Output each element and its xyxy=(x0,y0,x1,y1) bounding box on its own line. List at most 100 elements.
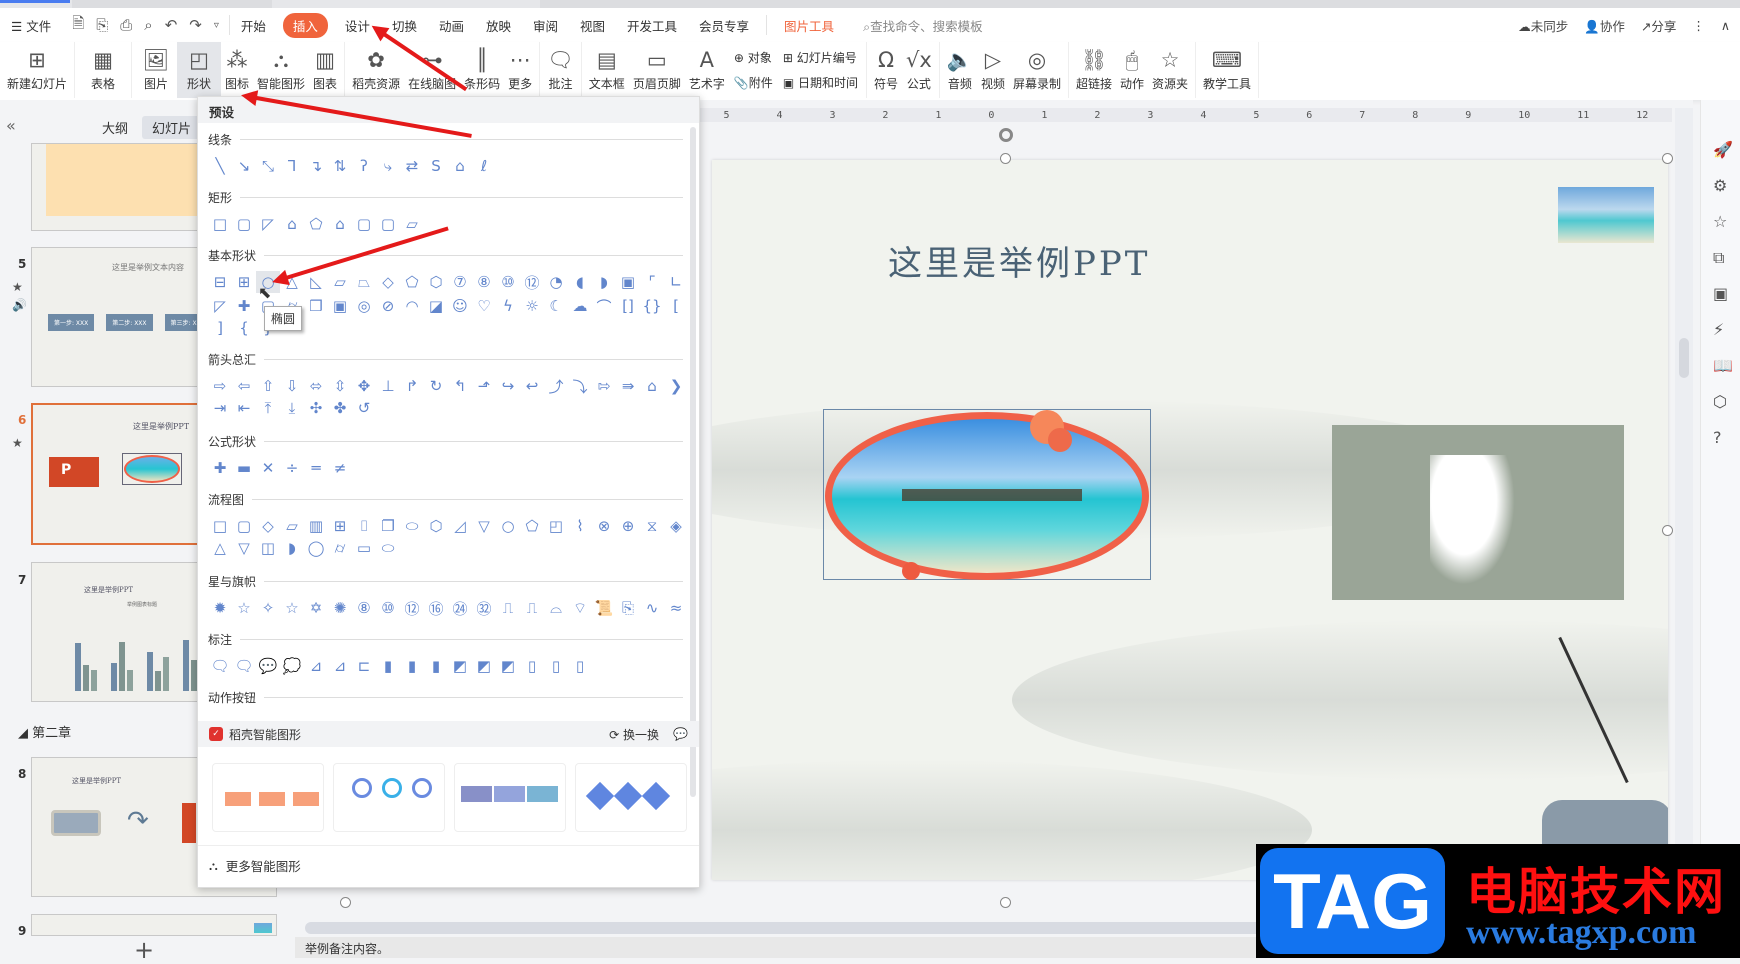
flow-card-icon[interactable]: ◰ xyxy=(544,515,568,537)
round-same-side-rect-icon[interactable]: ▢ xyxy=(376,213,400,235)
double-bracket-icon[interactable]: [] xyxy=(616,295,640,317)
help-icon[interactable]: ? xyxy=(1713,428,1722,447)
more-smart-graphics-button[interactable]: ⛬ 更多智能图形 xyxy=(198,845,699,885)
left-right-arrow-icon[interactable]: ⬄ xyxy=(304,375,328,397)
flow-or-icon[interactable]: ⊕ xyxy=(616,515,640,537)
chevron-icon[interactable]: ❯ xyxy=(664,375,688,397)
flow-display-icon[interactable]: ⬭ xyxy=(376,537,400,559)
rect-callout-icon[interactable]: 🗨 xyxy=(208,655,232,677)
new-slide-button[interactable]: ⊞ 新建幻灯片 xyxy=(3,42,71,98)
tab-view[interactable]: 视图 xyxy=(569,16,616,35)
beach-image-small[interactable] xyxy=(1558,187,1654,243)
diagonal-stripe-icon[interactable]: ◸ xyxy=(208,295,232,317)
flow-summing-junction-icon[interactable]: ⊗ xyxy=(592,515,616,537)
flow-manual-operation-icon[interactable]: ▽ xyxy=(472,515,496,537)
curved-down-arrow-icon[interactable]: ⤵ xyxy=(568,375,592,397)
dropdown-scrollbar[interactable] xyxy=(690,127,696,797)
elbow-double-arrow-icon[interactable]: ⇅ xyxy=(328,155,352,177)
video-button[interactable]: ▷ 视频 xyxy=(977,42,1009,98)
star-10-icon[interactable]: ⑩ xyxy=(376,597,400,619)
barcode-button[interactable]: ║ 条形码 xyxy=(460,42,504,98)
pie-icon[interactable]: ◔ xyxy=(544,271,568,293)
cross-icon[interactable]: ✚ xyxy=(232,295,256,317)
up-arrow-icon[interactable]: ⇧ xyxy=(256,375,280,397)
rocket-icon[interactable]: 🚀 xyxy=(1713,140,1733,159)
up-down-arrow-icon[interactable]: ⇳ xyxy=(328,375,352,397)
line-callout-accent-3-icon[interactable]: ▮ xyxy=(424,655,448,677)
resize-handle[interactable] xyxy=(1662,153,1673,164)
flow-data-icon[interactable]: ▱ xyxy=(280,515,304,537)
star-24-icon[interactable]: ㉔ xyxy=(448,597,472,619)
oval-callout-icon[interactable]: 💬 xyxy=(256,655,280,677)
block-arc-icon[interactable]: ◠ xyxy=(400,295,424,317)
book-search-icon[interactable]: 📖 xyxy=(1713,356,1733,375)
flow-decision-icon[interactable]: ◇ xyxy=(256,515,280,537)
double-brace-icon[interactable]: {} xyxy=(640,295,664,317)
striped-right-arrow-icon[interactable]: ⇰ xyxy=(592,375,616,397)
up-arrow-callout-icon[interactable]: ⤒ xyxy=(256,397,280,419)
textbox-shape-icon[interactable]: ⊟ xyxy=(208,271,232,293)
star-5b-icon[interactable]: ☆ xyxy=(280,597,304,619)
not-equal-icon[interactable]: ≠ xyxy=(328,457,352,479)
left-up-arrow-icon[interactable]: ↰ xyxy=(448,375,472,397)
curved-left-arrow-icon[interactable]: ↩ xyxy=(520,375,544,397)
pentagon-icon[interactable]: ⬠ xyxy=(400,271,424,293)
divide-icon[interactable]: ÷ xyxy=(280,457,304,479)
table-button[interactable]: ▦ 表格 xyxy=(78,42,128,98)
arc-icon[interactable]: ⌒ xyxy=(592,295,616,317)
teaching-tools-button[interactable]: ⌨ 教学工具 xyxy=(1199,42,1255,98)
star-12-icon[interactable]: ⑫ xyxy=(400,597,424,619)
tab-animations[interactable]: 动画 xyxy=(428,16,475,35)
quad-arrow-icon[interactable]: ✥ xyxy=(352,375,376,397)
flow-process-icon[interactable]: □ xyxy=(208,515,232,537)
undo-icon[interactable]: ↶ xyxy=(165,16,178,34)
flow-manual-input-icon[interactable]: ◿ xyxy=(448,515,472,537)
flow-alt-process-icon[interactable]: ▢ xyxy=(232,515,256,537)
line-callout-border-3-icon[interactable]: ▯ xyxy=(568,655,592,677)
flow-direct-access-icon[interactable]: ▭ xyxy=(352,537,376,559)
object-button[interactable]: ⊕ 对象 xyxy=(734,49,773,66)
add-slide-button[interactable]: + xyxy=(134,936,154,964)
star-8-icon[interactable]: ⑧ xyxy=(352,597,376,619)
chart-button[interactable]: ▥ 图表 xyxy=(309,42,341,98)
tab-home[interactable]: 开始 xyxy=(230,16,277,35)
wordart-button[interactable]: A 艺术字 xyxy=(685,42,729,98)
minus-icon[interactable]: ▬ xyxy=(232,457,256,479)
snip-corner-rect-icon[interactable]: ◸ xyxy=(256,213,280,235)
hexagon-icon[interactable]: ⬡ xyxy=(424,271,448,293)
resize-handle[interactable] xyxy=(1000,153,1011,164)
flow-sequential-access-icon[interactable]: ◯ xyxy=(304,537,328,559)
flow-internal-storage-icon[interactable]: ⊞ xyxy=(328,515,352,537)
flow-sort-icon[interactable]: ◈ xyxy=(664,515,688,537)
line-callout-3-icon[interactable]: ⊏ xyxy=(352,655,376,677)
curved-arrow-icon[interactable]: ⤷ xyxy=(376,155,400,177)
smart-graphic-card[interactable] xyxy=(575,763,687,832)
sync-status[interactable]: ☁未同步 xyxy=(1518,16,1568,35)
shapes-button[interactable]: ◰ 形状 xyxy=(177,42,222,98)
date-time-button[interactable]: ▣ 日期和时间 xyxy=(783,74,858,91)
scribble-icon[interactable]: ℓ xyxy=(472,155,496,177)
curved-ribbon-down-icon[interactable]: ⌔ xyxy=(568,597,592,619)
curved-ribbon-up-icon[interactable]: ⌓ xyxy=(544,597,568,619)
hyperlink-button[interactable]: ⛓ 超链接 xyxy=(1072,42,1116,98)
template-icon[interactable]: ▣ xyxy=(1713,284,1728,303)
left-right-up-arrow-icon[interactable]: ⊥ xyxy=(376,375,400,397)
line-callout-filled-1-icon[interactable]: ◩ xyxy=(448,655,472,677)
round-corner-rect-icon[interactable]: ▢ xyxy=(352,213,376,235)
right-arrow-callout-icon[interactable]: ⇥ xyxy=(208,397,232,419)
ribbon-up-icon[interactable]: ⎍ xyxy=(496,597,520,619)
bevel-icon[interactable]: ▣ xyxy=(328,295,352,317)
explosion-icon[interactable]: ✹ xyxy=(208,597,232,619)
search-command[interactable]: ⌕查找命令、搜索模板 xyxy=(863,16,983,35)
flow-connector-icon[interactable]: ○ xyxy=(496,515,520,537)
left-brace-icon[interactable]: { xyxy=(232,317,256,339)
slide-title[interactable]: 这里是举例PPT xyxy=(888,236,1150,285)
action-button[interactable]: 🖱 动作 xyxy=(1116,42,1148,98)
comment-button[interactable]: 🗨 批注 xyxy=(543,42,578,98)
chord-icon[interactable]: ◗ xyxy=(592,271,616,293)
snip-diagonal-rect-icon[interactable]: ⬠ xyxy=(304,213,328,235)
flow-multidocument-icon[interactable]: ❐ xyxy=(376,515,400,537)
tab-picture-tools[interactable]: 图片工具 xyxy=(773,16,845,35)
moon-icon[interactable]: ☾ xyxy=(544,295,568,317)
print-icon[interactable]: ⎙ xyxy=(120,16,132,34)
